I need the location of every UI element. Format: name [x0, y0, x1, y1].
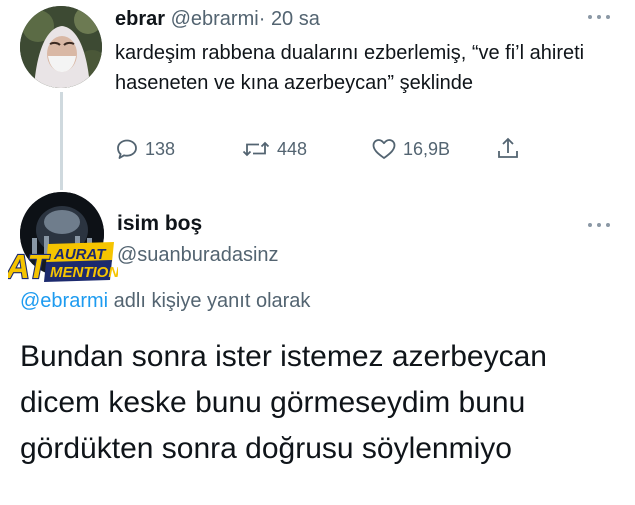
like-button[interactable]: 16,9B — [371, 134, 450, 164]
more-dots-icon[interactable] — [588, 14, 610, 20]
svg-text:MENTION: MENTION — [50, 264, 118, 281]
avatar-photo — [20, 6, 102, 88]
tweet-header: ebrar @ebrarmi· 20 sa — [115, 6, 320, 32]
retweet-button[interactable]: 448 — [241, 134, 307, 164]
retweet-icon — [242, 141, 270, 157]
replying-to: @ebrarmi adlı kişiye yanıt olarak — [20, 290, 310, 313]
timestamp[interactable]: 20 sa — [271, 8, 320, 30]
reply-icon — [117, 139, 137, 159]
display-name[interactable]: isim boş — [117, 212, 202, 236]
svg-text:AT: AT — [8, 248, 50, 284]
reply-count: 138 — [145, 138, 176, 159]
heart-icon — [372, 139, 396, 159]
tweet-text: Bundan sonra ister istemez azerbeycan di… — [20, 340, 547, 465]
tweet-actions: 138 448 16,9B — [115, 134, 535, 164]
reply-button[interactable]: 138 — [115, 134, 175, 164]
handle[interactable]: @ebrarmi — [171, 8, 259, 30]
screenshot: ebrar @ebrarmi· 20 sa kardeşim rabbena d… — [0, 0, 635, 505]
like-count: 16,9B — [403, 138, 451, 159]
share-icon — [498, 137, 518, 158]
thread-connector-line — [60, 92, 63, 190]
tweet-text: kardeşim rabbena dualarını ezberlemiş, “… — [115, 42, 585, 94]
share-button[interactable] — [495, 134, 521, 164]
svg-text:AURAT: AURAT — [53, 246, 107, 263]
retweet-count: 448 — [277, 138, 308, 159]
avatar[interactable] — [20, 6, 102, 88]
meta-separator: · — [258, 8, 266, 30]
more-dots-icon[interactable] — [588, 222, 610, 228]
handle[interactable]: @suanburadasinz — [117, 244, 279, 267]
reply-context-text: adlı kişiye yanıt olarak — [113, 290, 311, 312]
aurat-mention-logo: AT AURAT MENTION — [4, 242, 120, 286]
display-name[interactable]: ebrar — [115, 8, 165, 30]
watermark-logo: AT AURAT MENTION — [4, 238, 120, 286]
reply-mention-link[interactable]: @ebrarmi — [20, 290, 108, 312]
